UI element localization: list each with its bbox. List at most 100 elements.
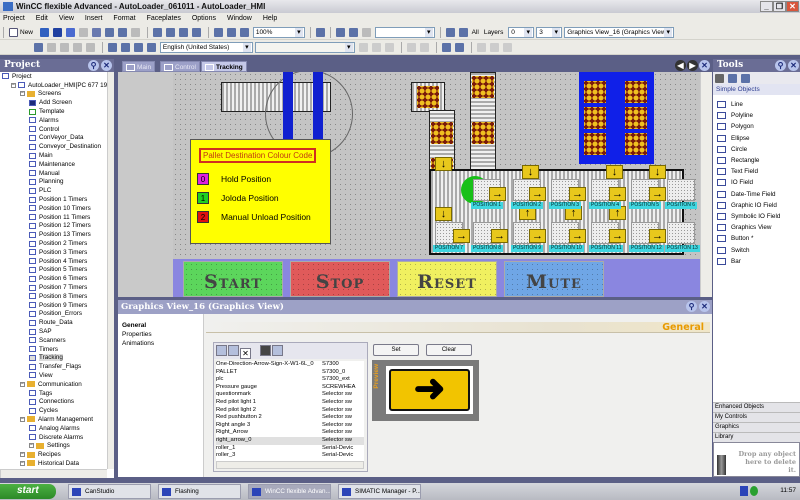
tool-polygon[interactable]: Polygon: [715, 121, 800, 132]
category-enhanced-objects[interactable]: Enhanced Objects: [713, 402, 800, 412]
layer-icon[interactable]: [361, 28, 371, 37]
check-icon[interactable]: [152, 28, 162, 37]
tray-app-icon[interactable]: [740, 486, 748, 496]
fill-color-icon[interactable]: [33, 43, 43, 52]
tree-item[interactable]: Conveyor_Destination: [0, 142, 107, 151]
all-layers-icon[interactable]: [458, 28, 468, 37]
tool-date-time-field[interactable]: Date-Time Field: [715, 189, 800, 200]
tree-item[interactable]: Project: [0, 72, 107, 81]
tree-item[interactable]: Position 7 Timers: [0, 283, 107, 292]
layers-icon[interactable]: [445, 28, 455, 37]
category-library[interactable]: Library: [713, 432, 800, 442]
graphics-list-row[interactable]: Red pilot light 2 Selector sw: [216, 407, 364, 415]
expand-icon[interactable]: −: [29, 443, 34, 449]
expand-icon[interactable]: −: [20, 91, 25, 97]
tree-item[interactable]: Position 13 Timers: [0, 230, 107, 239]
menu-faceplates[interactable]: Faceplates: [147, 15, 181, 22]
graphics-list-row[interactable]: PALLET S7300_0: [216, 369, 364, 377]
open-icon[interactable]: [39, 28, 49, 37]
nav-general[interactable]: General: [122, 322, 199, 331]
layer-to-spinner[interactable]: 3: [536, 27, 563, 38]
tool-text-field[interactable]: Text Field: [715, 166, 800, 177]
align-bottom-icon[interactable]: [146, 43, 156, 52]
transfer-icon[interactable]: [191, 28, 201, 37]
icon-view-icon[interactable]: [271, 345, 283, 356]
tree-item[interactable]: Position 6 Timers: [0, 274, 107, 283]
hmi-stop-button[interactable]: Stop: [290, 261, 390, 297]
graphics-list-row[interactable]: roller_3 Serial-Devic: [216, 452, 364, 460]
minimize-button[interactable]: _: [760, 1, 773, 12]
tree-item[interactable]: Analog Alarms: [0, 424, 107, 433]
font-name-select[interactable]: [254, 42, 355, 53]
menu-options[interactable]: Options: [192, 15, 216, 22]
menu-view[interactable]: View: [59, 15, 74, 22]
menu-window[interactable]: Window: [227, 15, 252, 22]
expand-icon[interactable]: −: [20, 416, 25, 422]
tab-order-icon[interactable]: [441, 43, 451, 52]
tree-item[interactable]: Position 4 Timers: [0, 257, 107, 266]
line-style-icon[interactable]: [85, 43, 95, 52]
tree-item[interactable]: − Alarm Management: [0, 415, 107, 424]
nav-animations[interactable]: Animations: [122, 340, 199, 349]
tree-item[interactable]: Position_Errors: [0, 310, 107, 319]
tool-ellipse[interactable]: Ellipse: [715, 133, 800, 144]
expand-icon[interactable]: −: [20, 452, 25, 458]
new-icon[interactable]: [9, 28, 18, 37]
tree-item[interactable]: − Recipes: [0, 450, 107, 459]
tree-item[interactable]: Timers: [0, 345, 107, 354]
tab-control[interactable]: Control: [160, 61, 200, 72]
menu-project[interactable]: Project: [3, 15, 25, 22]
tool-line[interactable]: Line: [715, 99, 800, 110]
tree-item[interactable]: Position 11 Timers: [0, 213, 107, 222]
redo-icon[interactable]: [78, 28, 88, 37]
tool-graphic-io-field[interactable]: Graphic IO Field: [715, 200, 800, 211]
cut-icon[interactable]: [104, 28, 114, 37]
tree-item[interactable]: PLC: [0, 186, 107, 195]
tree-item[interactable]: Add Screen: [0, 98, 107, 107]
stamp-icon[interactable]: [728, 74, 737, 83]
set-button[interactable]: Set: [373, 344, 419, 356]
align-left-icon[interactable]: [107, 43, 117, 52]
delete-icon[interactable]: ✕: [240, 348, 251, 359]
tree-item[interactable]: Control: [0, 125, 107, 134]
tree-item[interactable]: Alarms: [0, 116, 107, 125]
save-icon[interactable]: [52, 28, 62, 37]
add-folder-icon[interactable]: [228, 345, 239, 356]
tree-item[interactable]: Position 10 Timers: [0, 204, 107, 213]
zoom-select[interactable]: 100%: [252, 27, 305, 38]
close-button[interactable]: ✕: [786, 1, 799, 12]
graphics-list-row[interactable]: plc S7300_ext: [216, 376, 364, 384]
tree-item[interactable]: Route_Data: [0, 318, 107, 327]
tool-circle[interactable]: Circle: [715, 144, 800, 155]
list-view-icon[interactable]: [259, 345, 271, 356]
graphics-list-row[interactable]: Right angle 3 Selector sw: [216, 422, 364, 430]
underline-icon[interactable]: [384, 43, 394, 52]
taskbar-button[interactable]: WinCC flexible Advan...: [248, 484, 331, 499]
tree-item[interactable]: Scanners: [0, 336, 107, 345]
expand-icon[interactable]: −: [20, 460, 25, 466]
hmi-reset-button[interactable]: Reset: [397, 261, 497, 297]
tool-bar[interactable]: Bar: [715, 256, 800, 267]
tree-item[interactable]: Cycles: [0, 406, 107, 415]
graphics-list-row[interactable]: Pressure gauge SCREWHEA: [216, 384, 364, 392]
prev-tab-icon[interactable]: ◀: [675, 60, 686, 71]
tree-item[interactable]: − Historical Data: [0, 459, 107, 468]
taskbar-button[interactable]: Flashing: [158, 484, 241, 499]
tools-settings-icon[interactable]: [741, 74, 750, 83]
font-color-icon[interactable]: [59, 43, 69, 52]
menu-insert[interactable]: Insert: [85, 15, 103, 22]
tree-item[interactable]: Position 2 Timers: [0, 239, 107, 248]
hmi-mute-button[interactable]: Mute: [504, 261, 604, 297]
replace-icon[interactable]: [348, 28, 358, 37]
position-cell[interactable]: [667, 222, 695, 244]
close-editor-icon[interactable]: ✕: [699, 60, 710, 71]
tree-item[interactable]: Tags: [0, 389, 107, 398]
pin-icon[interactable]: ⚲: [88, 60, 99, 71]
center-icon[interactable]: [489, 43, 499, 52]
tree-item[interactable]: View: [0, 371, 107, 380]
tree-item[interactable]: ConVeyor_Data: [0, 134, 107, 143]
graphics-list-row[interactable]: One-Direction-Arrow-Sign-X-W1-6L_0 S7300: [216, 361, 364, 369]
runtime-icon[interactable]: [178, 28, 188, 37]
bold-icon[interactable]: [358, 43, 368, 52]
clear-button[interactable]: Clear: [426, 344, 472, 356]
